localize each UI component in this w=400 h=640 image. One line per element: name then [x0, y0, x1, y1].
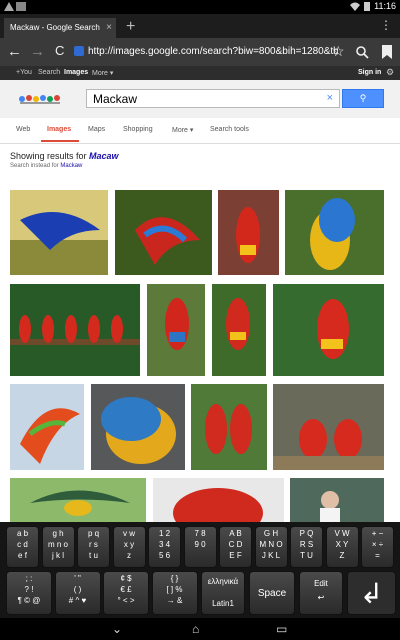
keyboard-key[interactable]: g hm n oj k l: [41, 526, 75, 568]
keyboard-symbol-key[interactable]: { }[ ] % → &: [151, 571, 198, 615]
image-result[interactable]: [191, 384, 267, 470]
status-bar: 11:16: [0, 0, 400, 14]
keyboard-key[interactable]: p qr st u: [77, 526, 110, 568]
overflow-menu-icon[interactable]: ⋮: [380, 18, 392, 32]
image-result[interactable]: [147, 284, 205, 376]
image-result[interactable]: [290, 478, 384, 522]
new-tab-button[interactable]: +: [126, 18, 135, 36]
showing-results-line: Showing results for Macaw: [10, 151, 119, 161]
search-icon[interactable]: [356, 46, 369, 59]
settings-gear-icon[interactable]: ⚙: [386, 67, 394, 78]
original-query-link[interactable]: Mackaw: [60, 163, 82, 169]
keyboard-key[interactable]: + − × ÷ =: [361, 526, 394, 568]
active-tab-indicator: [41, 140, 79, 142]
tab-bar: Mackaw - Google Search × + ⋮: [0, 14, 400, 38]
keyboard-symbol-key[interactable]: ' "( ) # ^ ♥: [54, 571, 101, 615]
url-bar: ← → C http://images.google.com/search?bi…: [0, 38, 400, 66]
edit-key[interactable]: Edit ↩: [299, 571, 343, 615]
search-button[interactable]: ⚲: [342, 89, 384, 108]
image-result[interactable]: [91, 384, 185, 470]
google-bar: +You Search Images More ▾ Sign in ⚙: [0, 66, 400, 80]
image-result[interactable]: [285, 190, 384, 275]
gbar-you-link[interactable]: +You: [16, 69, 32, 76]
image-result[interactable]: [10, 284, 140, 376]
address-field[interactable]: http://images.google.com/search?biw=800&…: [74, 42, 344, 62]
image-result[interactable]: [153, 478, 284, 522]
tab-search-tools[interactable]: Search tools: [210, 126, 249, 133]
search-type-tabs: Web Images Maps Shopping More ▾ Search t…: [0, 118, 400, 144]
magnifier-icon: ⚲: [359, 93, 367, 103]
gbar-more-link[interactable]: More ▾: [92, 69, 113, 77]
search-row: × ⚲: [0, 80, 400, 119]
tab-title: Mackaw - Google Search: [10, 23, 100, 32]
tab-more[interactable]: More ▾: [172, 126, 193, 134]
keyboard-key[interactable]: 7 89 0: [183, 526, 217, 568]
keyboard-key[interactable]: V WX YZ: [325, 526, 359, 568]
gbar-images-link[interactable]: Images: [64, 69, 88, 76]
keyboard-key[interactable]: P QR ST U: [290, 526, 323, 568]
space-key[interactable]: Space: [249, 571, 295, 615]
home-nav-icon[interactable]: ⌂: [192, 622, 199, 636]
image-result[interactable]: [218, 190, 279, 275]
search-box: ×: [86, 89, 340, 108]
image-result[interactable]: [212, 284, 266, 376]
battery-icon: [364, 2, 370, 11]
bookmark-star-icon[interactable]: ☆: [332, 43, 345, 60]
image-result[interactable]: [10, 190, 108, 275]
tab-shopping[interactable]: Shopping: [123, 126, 153, 133]
keyboard-key[interactable]: G HM N OJ K L: [254, 526, 288, 568]
close-tab-icon[interactable]: ×: [106, 22, 112, 33]
recent-apps-icon[interactable]: ▭: [276, 622, 287, 636]
warning-icon: [4, 2, 14, 11]
search-input[interactable]: [91, 91, 315, 107]
image-result[interactable]: [273, 284, 384, 376]
enter-key[interactable]: ↲: [347, 571, 396, 615]
tab-web[interactable]: Web: [16, 126, 30, 133]
site-icon: [74, 46, 84, 56]
back-nav-icon[interactable]: ⌄: [112, 622, 122, 636]
forward-button[interactable]: →: [30, 43, 45, 60]
image-notification-icon: [16, 2, 26, 11]
url-text: http://images.google.com/search?biw=800&…: [88, 46, 338, 57]
sign-in-link[interactable]: Sign in: [358, 69, 381, 76]
clock: 11:16: [374, 1, 396, 11]
gbar-search-link[interactable]: Search: [38, 69, 60, 76]
keyboard-key[interactable]: v wx yz: [112, 526, 146, 568]
language-switch-key[interactable]: ελληνικά Latin1: [201, 571, 245, 615]
spelling-correction: Showing results for Macaw Search instead…: [10, 151, 119, 169]
system-nav-bar: ⌄ ⌂ ▭: [0, 618, 400, 640]
image-result[interactable]: [10, 478, 146, 522]
back-button[interactable]: ←: [7, 43, 22, 60]
clear-search-icon[interactable]: ×: [327, 92, 333, 104]
search-instead-line: Search instead for Mackaw: [10, 163, 83, 169]
reload-button[interactable]: C: [55, 43, 64, 58]
tab-images[interactable]: Images: [47, 126, 71, 133]
image-result[interactable]: [10, 384, 84, 470]
image-result[interactable]: [273, 384, 384, 470]
keyboard-symbol-key[interactable]: ¢ $ € £ ° < >: [103, 571, 149, 615]
keyboard-key[interactable]: a bc de f: [6, 526, 39, 568]
keyboard-key[interactable]: A BC DE F: [219, 526, 252, 568]
google-doodle-logo[interactable]: [18, 92, 66, 106]
keyboard-key[interactable]: 1 23 45 6: [148, 526, 181, 568]
corrected-query-link[interactable]: Macaw: [89, 151, 119, 161]
image-result[interactable]: [115, 190, 212, 275]
tab-maps[interactable]: Maps: [88, 126, 105, 133]
on-screen-keyboard: a bc de fg hm n oj k lp qr st uv wx yz1 …: [0, 522, 400, 618]
keyboard-symbol-key[interactable]: ; :? ! ¶ © @: [6, 571, 52, 615]
browser-tab[interactable]: Mackaw - Google Search ×: [4, 18, 116, 38]
wifi-icon: [350, 2, 360, 11]
bookmarks-icon[interactable]: [382, 45, 392, 59]
